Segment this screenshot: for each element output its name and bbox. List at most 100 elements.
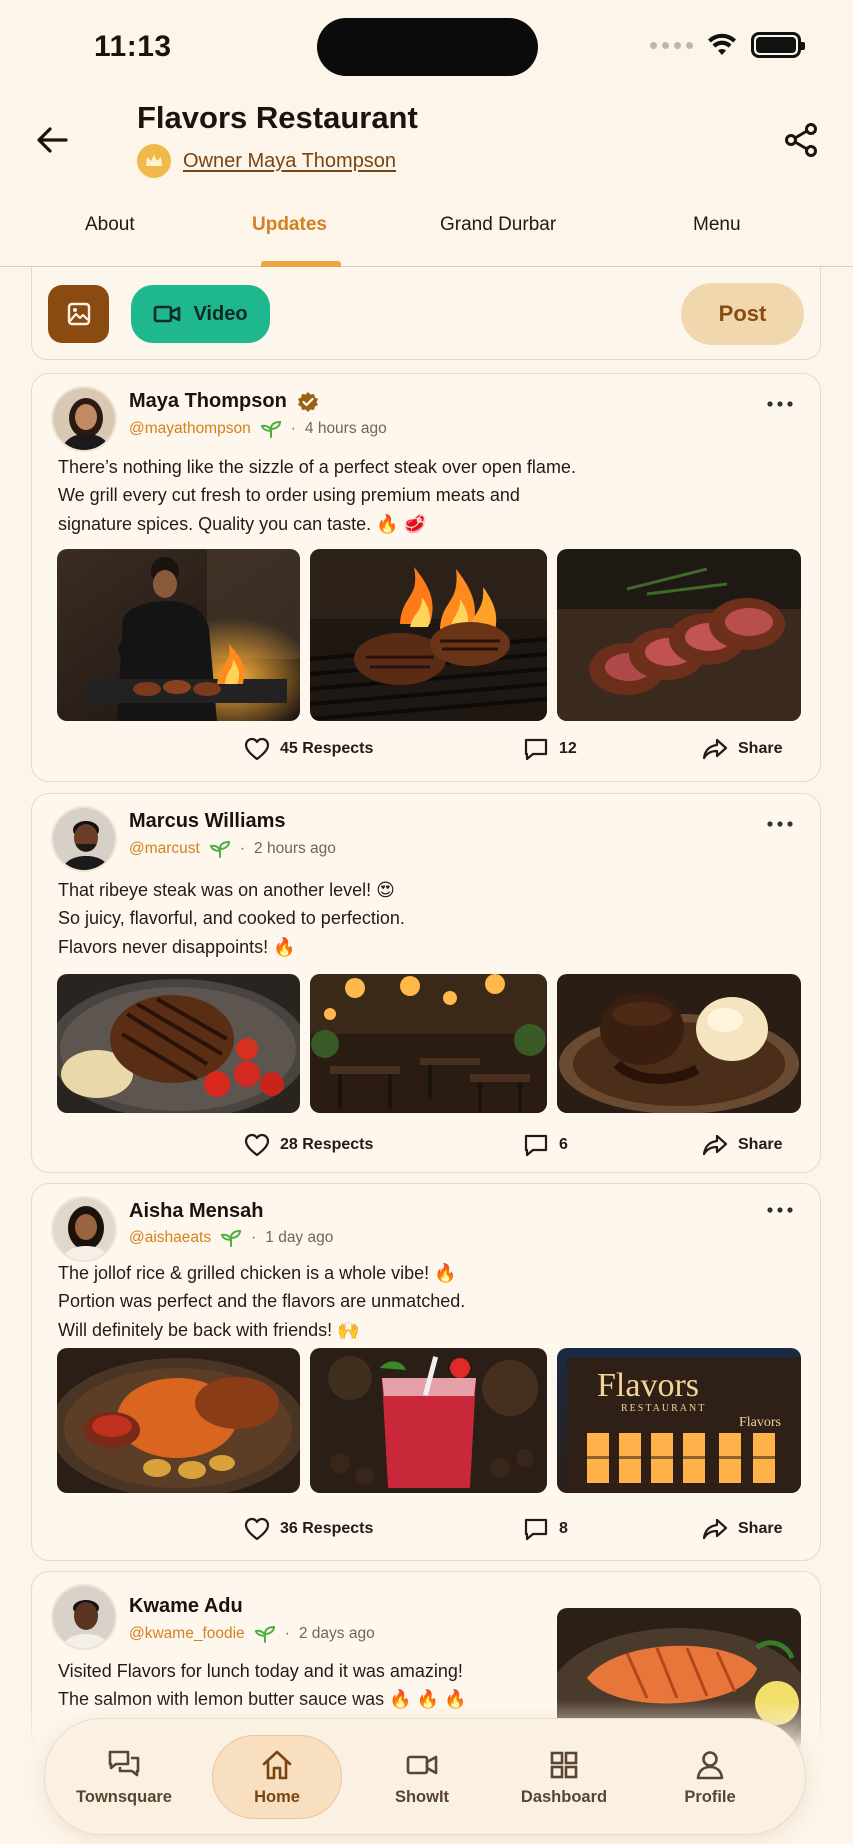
post-meta: @aishaeats · 1 day ago bbox=[129, 1229, 334, 1247]
heart-icon bbox=[244, 737, 270, 761]
author-name[interactable]: Maya Thompson bbox=[129, 390, 319, 413]
tab-updates[interactable]: Updates bbox=[252, 214, 327, 236]
post-image-lava-cake[interactable] bbox=[557, 974, 801, 1113]
post-text: The jollof rice & grilled chicken is a w… bbox=[58, 1263, 466, 1340]
comment-icon bbox=[524, 1518, 548, 1541]
crown-icon bbox=[146, 155, 162, 166]
share-arrow-icon bbox=[702, 738, 728, 760]
post-time: 1 day ago bbox=[265, 1229, 334, 1246]
author-handle[interactable]: @marcust bbox=[129, 840, 200, 858]
post-image-dining-room[interactable] bbox=[310, 974, 547, 1113]
nav-showit[interactable]: ShowIt bbox=[357, 1735, 487, 1819]
owner-avatar bbox=[137, 144, 171, 178]
post-card: Maya Thompson @mayathompson · 4 hours ag… bbox=[31, 373, 821, 782]
author-name[interactable]: Aisha Mensah bbox=[129, 1200, 263, 1223]
wifi-icon bbox=[708, 33, 736, 55]
post-image-jollof-rice[interactable] bbox=[57, 1348, 300, 1493]
share-post-button[interactable]: Share bbox=[702, 1133, 782, 1157]
more-options-button[interactable] bbox=[762, 810, 798, 838]
video-camera-icon bbox=[154, 305, 181, 323]
status-time: 11:13 bbox=[94, 30, 172, 63]
more-options-button[interactable] bbox=[762, 390, 798, 418]
status-bar: 11:13 bbox=[0, 0, 853, 100]
home-icon bbox=[262, 1750, 292, 1779]
comment-button[interactable]: 12 bbox=[523, 737, 577, 761]
owner-row: Owner Maya Thompson bbox=[137, 144, 396, 178]
page-title: Flavors Restaurant bbox=[137, 100, 418, 135]
tab-bar: About Updates Grand Durbar Menu bbox=[0, 200, 853, 267]
grid-icon bbox=[550, 1751, 578, 1778]
author-handle[interactable]: @kwame_foodie bbox=[129, 1625, 245, 1643]
add-image-button[interactable] bbox=[48, 285, 109, 343]
heart-icon bbox=[244, 1133, 270, 1157]
post-meta: @mayathompson · 4 hours ago bbox=[129, 420, 387, 438]
post-time: 4 hours ago bbox=[304, 420, 387, 437]
post-image-red-drink[interactable] bbox=[310, 1348, 547, 1493]
nav-home[interactable]: Home bbox=[212, 1735, 342, 1819]
more-dots-icon bbox=[767, 401, 793, 407]
status-icons bbox=[650, 32, 805, 58]
post-card: Marcus Williams @marcust · 2 hours ago T… bbox=[31, 793, 821, 1173]
post-composer: Video Post bbox=[31, 267, 821, 360]
post-time: 2 hours ago bbox=[254, 840, 336, 857]
author-name[interactable]: Kwame Adu bbox=[129, 1595, 243, 1618]
respect-button[interactable]: 36 Respects bbox=[244, 1517, 373, 1541]
author-handle[interactable]: @aishaeats bbox=[129, 1229, 211, 1247]
avatar[interactable] bbox=[51, 1196, 117, 1262]
video-camera-icon bbox=[406, 1755, 438, 1774]
arrow-left-icon bbox=[37, 127, 68, 153]
nav-townsquare[interactable]: Townsquare bbox=[59, 1735, 189, 1819]
cellular-signal-icon bbox=[650, 41, 693, 49]
respect-button[interactable]: 28 Respects bbox=[244, 1133, 373, 1157]
avatar[interactable] bbox=[51, 386, 117, 452]
tab-about[interactable]: About bbox=[85, 214, 135, 236]
avatar[interactable] bbox=[51, 806, 117, 872]
sprout-icon bbox=[260, 420, 281, 438]
video-button-label: Video bbox=[193, 302, 248, 325]
post-image-chef-grilling[interactable] bbox=[57, 549, 300, 721]
tab-grand-durbar[interactable]: Grand Durbar bbox=[440, 214, 556, 236]
comment-icon bbox=[524, 738, 548, 761]
owner-link[interactable]: Owner Maya Thompson bbox=[183, 150, 396, 173]
share-arrow-icon bbox=[702, 1518, 728, 1540]
share-button[interactable] bbox=[779, 118, 823, 162]
post-button[interactable]: Post bbox=[681, 283, 804, 345]
bottom-nav: Townsquare Home ShowIt Dashboard Profile bbox=[44, 1718, 806, 1835]
author-handle[interactable]: @mayathompson bbox=[129, 420, 251, 438]
comment-button[interactable]: 8 bbox=[523, 1517, 568, 1541]
post-card: Aisha Mensah @aishaeats · 1 day ago The … bbox=[31, 1183, 821, 1561]
post-time: 2 days ago bbox=[298, 1625, 375, 1642]
header: Flavors Restaurant Owner Maya Thompson bbox=[0, 100, 853, 200]
tab-menu[interactable]: Menu bbox=[693, 214, 741, 236]
comment-button[interactable]: 6 bbox=[523, 1133, 568, 1157]
sprout-icon bbox=[254, 1625, 275, 1643]
author-name[interactable]: Marcus Williams bbox=[129, 810, 286, 833]
nav-profile[interactable]: Profile bbox=[645, 1735, 775, 1819]
share-post-button[interactable]: Share bbox=[702, 737, 782, 761]
screen: 11:13 Flavors Restaurant Owner Maya Thom… bbox=[0, 0, 853, 1844]
post-text: That ribeye steak was on another level! … bbox=[58, 880, 405, 957]
post-image-sliced-steak[interactable] bbox=[557, 549, 801, 721]
respect-button[interactable]: 45 Respects bbox=[244, 737, 373, 761]
post-image-storefront[interactable]: Flavors RESTAURANT Flavors bbox=[557, 1348, 801, 1493]
person-icon bbox=[696, 1750, 724, 1779]
post-image-steaks-flames[interactable] bbox=[310, 549, 547, 721]
back-button[interactable] bbox=[30, 118, 74, 162]
verified-badge-icon bbox=[297, 391, 318, 412]
nav-dashboard[interactable]: Dashboard bbox=[499, 1735, 629, 1819]
share-post-button[interactable]: Share bbox=[702, 1517, 782, 1541]
image-icon bbox=[67, 302, 90, 326]
post-meta: @kwame_foodie · 2 days ago bbox=[129, 1625, 375, 1643]
post-image-ribeye-plate[interactable] bbox=[57, 974, 300, 1113]
storefront-sign-sub: RESTAURANT bbox=[621, 1403, 706, 1414]
avatar[interactable] bbox=[51, 1584, 117, 1650]
dynamic-island bbox=[317, 18, 538, 76]
add-video-button[interactable]: Video bbox=[131, 285, 270, 343]
more-dots-icon bbox=[767, 821, 793, 827]
battery-icon bbox=[751, 32, 805, 58]
chat-bubbles-icon bbox=[108, 1750, 140, 1776]
more-options-button[interactable] bbox=[762, 1196, 798, 1224]
share-arrow-icon bbox=[702, 1134, 728, 1156]
sprout-icon bbox=[220, 1229, 242, 1247]
storefront-sign-side: Flavors bbox=[739, 1415, 781, 1430]
